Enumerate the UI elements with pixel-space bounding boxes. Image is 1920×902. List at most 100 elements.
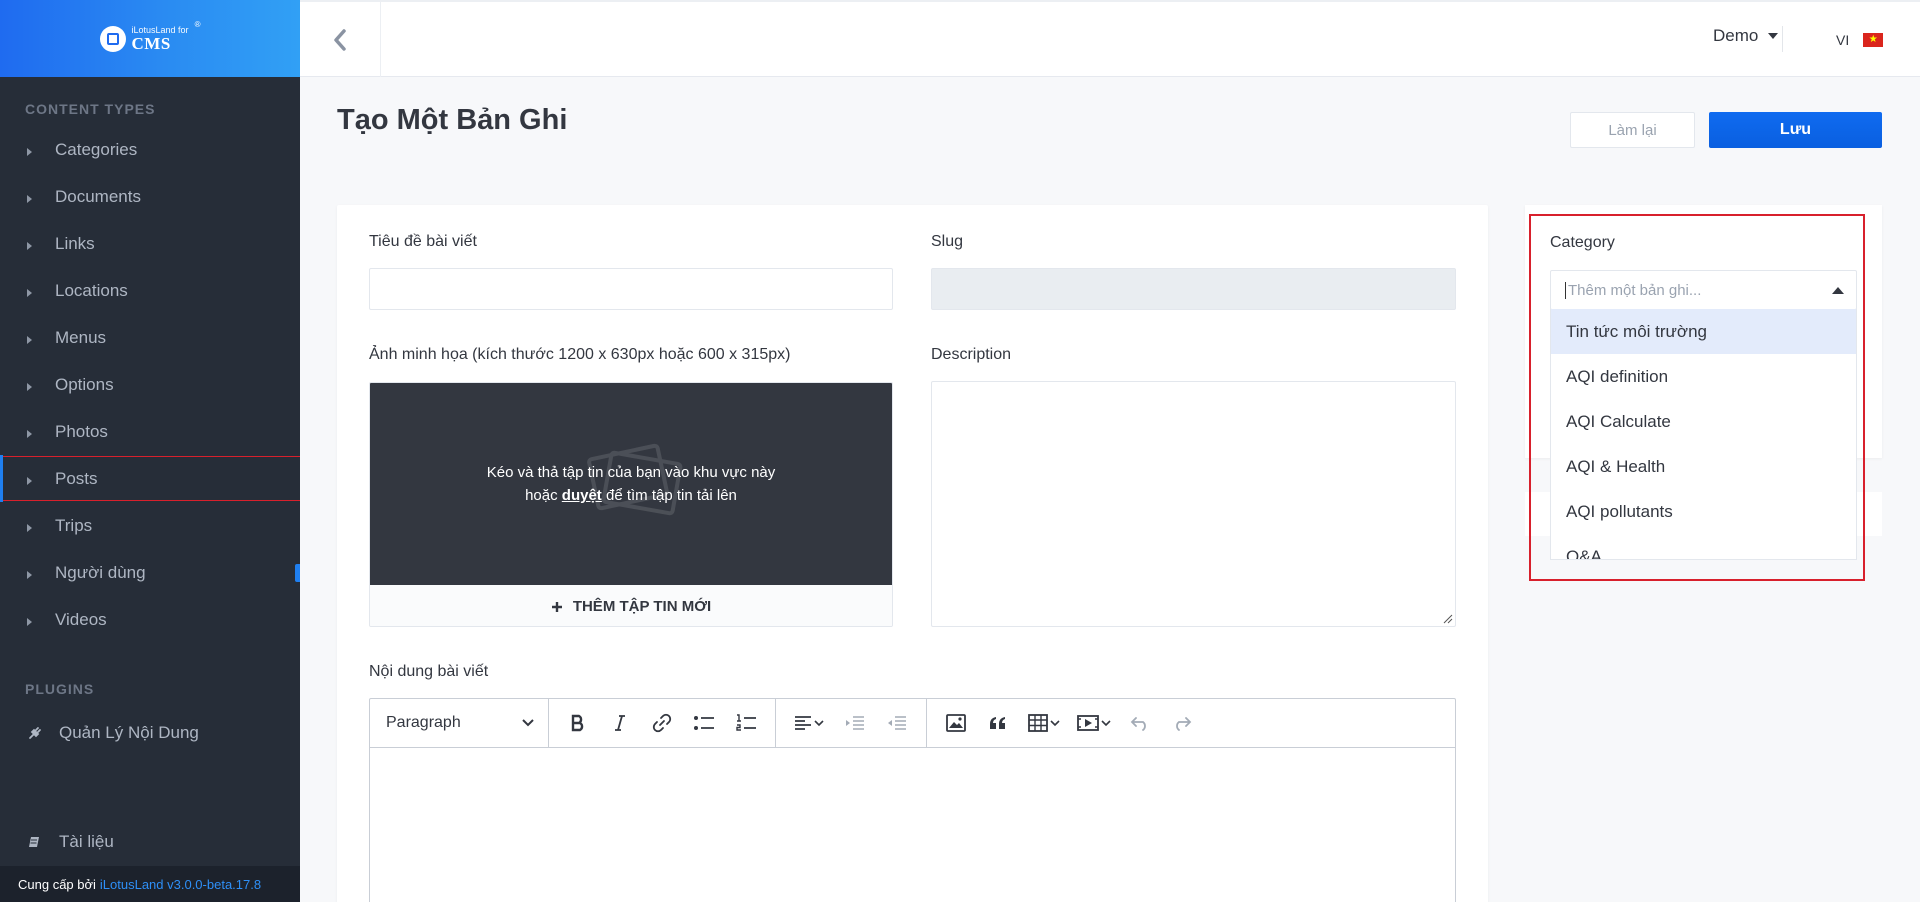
media-icon bbox=[1077, 715, 1099, 731]
caret-right-icon bbox=[27, 147, 32, 156]
indent-icon bbox=[846, 716, 864, 730]
caret-right-icon bbox=[27, 194, 32, 203]
outdent-button[interactable] bbox=[878, 705, 916, 741]
category-option[interactable]: Q&A bbox=[1551, 534, 1856, 560]
category-select[interactable]: Thêm một bản ghi... bbox=[1550, 270, 1857, 310]
plug-icon bbox=[29, 726, 41, 739]
category-label: Category bbox=[1550, 234, 1615, 251]
caret-right-icon bbox=[27, 335, 32, 344]
caret-right-icon bbox=[27, 241, 32, 250]
indent-button[interactable] bbox=[836, 705, 874, 741]
chevron-left-icon bbox=[334, 28, 346, 51]
chevron-down-icon bbox=[1101, 719, 1111, 726]
italic-button[interactable] bbox=[601, 705, 639, 741]
sidebar-item-users[interactable]: Người dùng bbox=[0, 549, 300, 596]
save-button[interactable]: Lưu bbox=[1709, 112, 1882, 148]
book-icon bbox=[29, 836, 39, 847]
content-label: Nội dung bài viết bbox=[369, 663, 489, 680]
numbered-list-button[interactable] bbox=[727, 705, 765, 741]
footer-credit: Cung cấp bởi iLotusLand v3.0.0-beta.17.8 bbox=[0, 866, 300, 902]
back-button[interactable] bbox=[300, 2, 381, 77]
heading-select[interactable]: Paragraph bbox=[370, 699, 549, 747]
reset-button[interactable]: Làm lại bbox=[1570, 112, 1695, 148]
image-dropzone[interactable]: Kéo và thả tập tin của bạn vào khu vực n… bbox=[369, 382, 893, 627]
sidebar-item-menus[interactable]: Menus bbox=[0, 314, 300, 361]
sidebar: iLotusLand for CMS ® CONTENT TYPES Categ… bbox=[0, 0, 300, 902]
redo-icon bbox=[1176, 717, 1192, 731]
category-option[interactable]: AQI & Health bbox=[1551, 444, 1856, 489]
divider bbox=[1782, 26, 1783, 52]
dropzone-area[interactable]: Kéo và thả tập tin của bạn vào khu vực n… bbox=[370, 383, 892, 585]
link-icon bbox=[652, 713, 672, 733]
language-switcher[interactable]: VI ★ bbox=[1836, 32, 1884, 48]
bold-icon bbox=[571, 714, 584, 732]
category-option[interactable]: AQI pollutants bbox=[1551, 489, 1856, 534]
rich-text-editor[interactable]: Paragraph bbox=[369, 698, 1456, 902]
sidebar-item-documents[interactable]: Documents bbox=[0, 173, 300, 220]
caret-right-icon bbox=[27, 288, 32, 297]
insert-table-dropdown[interactable] bbox=[1021, 705, 1067, 741]
sidebar-item-photos[interactable]: Photos bbox=[0, 408, 300, 455]
insert-image-button[interactable] bbox=[937, 705, 975, 741]
sidebar-item-trips[interactable]: Trips bbox=[0, 502, 300, 549]
sidebar-item-options[interactable]: Options bbox=[0, 361, 300, 408]
insert-media-dropdown[interactable] bbox=[1071, 705, 1117, 741]
slug-label: Slug bbox=[931, 233, 964, 250]
category-select-placeholder: Thêm một bản ghi... bbox=[1565, 281, 1701, 299]
caret-right-icon bbox=[27, 570, 32, 579]
page-title: Tạo Một Bản Ghi bbox=[337, 104, 568, 136]
italic-icon bbox=[615, 715, 625, 731]
editor-toolbar: Paragraph bbox=[370, 699, 1455, 748]
image-label: Ảnh minh họa (kích thước 1200 x 630px ho… bbox=[369, 346, 791, 363]
blockquote-button[interactable] bbox=[979, 705, 1017, 741]
sidebar-item-docs[interactable]: Tài liệu bbox=[0, 818, 114, 865]
caret-down-icon bbox=[1768, 33, 1779, 39]
title-label: Tiêu đề bài viết bbox=[369, 233, 477, 250]
content-types-list: Categories Documents Links Locations Men… bbox=[0, 126, 300, 643]
brand-small-text: iLotusLand for bbox=[131, 24, 189, 35]
add-file-button[interactable]: THÊM TẬP TIN MỚI bbox=[370, 585, 892, 626]
description-label: Description bbox=[931, 346, 1012, 363]
undo-icon bbox=[1130, 717, 1146, 731]
caret-right-icon bbox=[27, 476, 32, 485]
outdent-icon bbox=[888, 716, 906, 730]
slug-input[interactable] bbox=[931, 268, 1456, 310]
chevron-down-icon bbox=[522, 719, 534, 727]
resize-handle-icon[interactable] bbox=[1443, 614, 1453, 624]
category-dropdown-menu: Tin tức môi trường AQI definition AQI Ca… bbox=[1550, 309, 1857, 560]
sidebar-item-content-manager[interactable]: Quản Lý Nội Dung bbox=[0, 709, 300, 756]
version-link[interactable]: iLotusLand v3.0.0-beta.17.8 bbox=[100, 877, 261, 892]
align-left-icon bbox=[795, 716, 811, 730]
user-menu[interactable]: Demo bbox=[1713, 26, 1779, 46]
vietnam-flag-icon: ★ bbox=[1863, 33, 1884, 47]
sidebar-item-posts[interactable]: Posts bbox=[0, 455, 300, 502]
registered-mark: ® bbox=[194, 19, 201, 29]
chevron-down-icon bbox=[1050, 719, 1060, 726]
brand-logo-icon bbox=[99, 25, 126, 52]
photo-placeholder-icon bbox=[587, 443, 683, 516]
undo-button[interactable] bbox=[1121, 705, 1159, 741]
sidebar-item-videos[interactable]: Videos bbox=[0, 596, 300, 643]
sidebar-item-links[interactable]: Links bbox=[0, 220, 300, 267]
caret-right-icon bbox=[27, 382, 32, 391]
brand-header[interactable]: iLotusLand for CMS ® bbox=[0, 0, 300, 77]
category-option[interactable]: Tin tức môi trường bbox=[1551, 309, 1856, 354]
description-textarea[interactable] bbox=[931, 381, 1456, 627]
align-dropdown[interactable] bbox=[786, 705, 832, 741]
sidebar-item-locations[interactable]: Locations bbox=[0, 267, 300, 314]
active-indicator bbox=[295, 564, 300, 582]
main-form-card: Tiêu đề bài viết Slug Ảnh minh họa (kích… bbox=[337, 205, 1488, 902]
category-option[interactable]: AQI Calculate bbox=[1551, 399, 1856, 444]
caret-right-icon bbox=[27, 523, 32, 532]
numbered-list-icon bbox=[736, 714, 756, 731]
redo-button[interactable] bbox=[1163, 705, 1201, 741]
content-types-title: CONTENT TYPES bbox=[25, 101, 156, 117]
caret-right-icon bbox=[27, 429, 32, 438]
bullet-list-button[interactable] bbox=[685, 705, 723, 741]
link-button[interactable] bbox=[643, 705, 681, 741]
image-icon bbox=[946, 714, 966, 732]
bold-button[interactable] bbox=[559, 705, 597, 741]
category-option[interactable]: AQI definition bbox=[1551, 354, 1856, 399]
sidebar-item-categories[interactable]: Categories bbox=[0, 126, 300, 173]
title-input[interactable] bbox=[369, 268, 893, 310]
